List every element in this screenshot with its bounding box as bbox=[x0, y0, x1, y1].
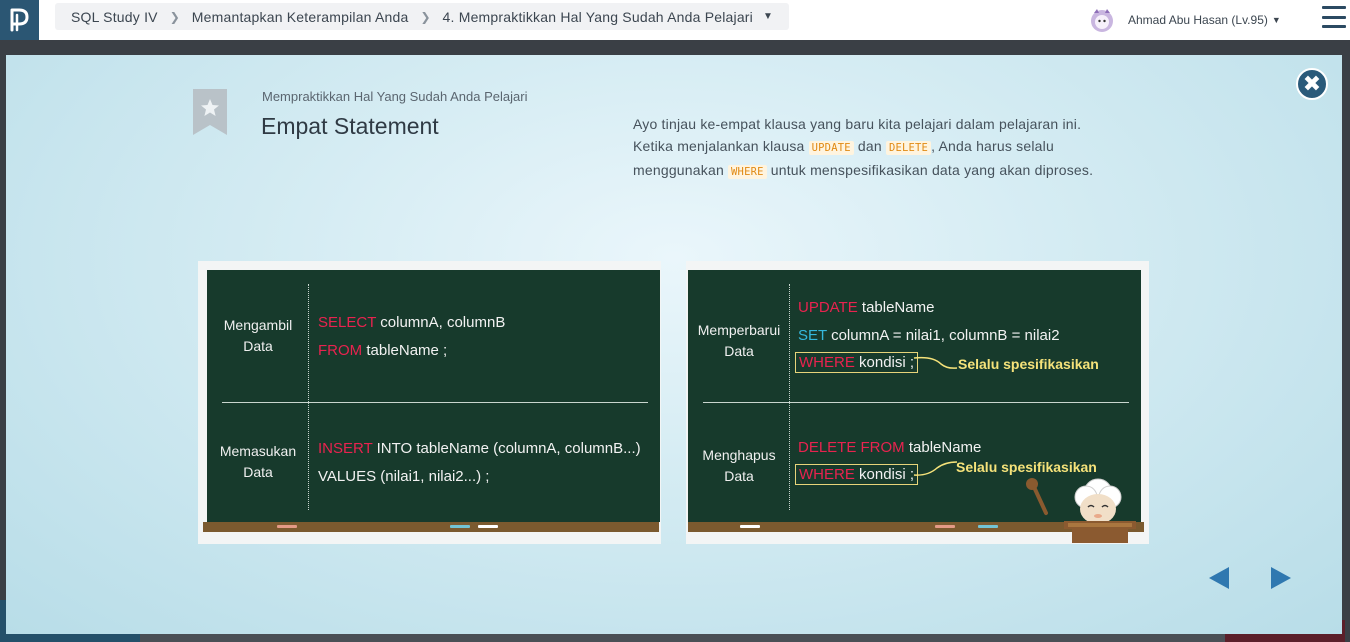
sheep-mascot-icon bbox=[1026, 478, 1136, 543]
chevron-down-icon[interactable]: ▼ bbox=[763, 11, 773, 22]
code-update-line: UPDATE tableName bbox=[798, 299, 934, 316]
code-where-line: WHERE kondisi ; bbox=[795, 464, 919, 485]
hamburger-menu-icon[interactable] bbox=[1322, 6, 1346, 28]
label-delete: Menghapus Data bbox=[688, 445, 790, 487]
divider-horizontal bbox=[703, 402, 1129, 403]
pointer-line bbox=[913, 461, 958, 476]
breadcrumb-course[interactable]: SQL Study IV bbox=[71, 9, 158, 25]
label-text: Menghapus bbox=[702, 447, 776, 463]
code-delete-line: DELETE FROM tableName bbox=[798, 439, 981, 456]
slide-title: Empat Statement bbox=[261, 113, 439, 139]
chalk-piece bbox=[978, 525, 998, 528]
close-icon[interactable]: ✖ bbox=[1296, 68, 1328, 100]
desc-line-3: menggunakan WHERE untuk menspesifikasika… bbox=[633, 159, 1173, 183]
user-name: Ahmad Abu Hasan (Lv.95) bbox=[1128, 13, 1268, 27]
chevron-right-icon: ❯ bbox=[420, 9, 431, 24]
chevron-right-icon: ❯ bbox=[169, 9, 180, 24]
label-text: Data bbox=[243, 464, 273, 480]
label-insert: Memasukan Data bbox=[207, 441, 309, 483]
desc-text: menggunakan bbox=[633, 162, 724, 178]
app-logo[interactable] bbox=[0, 0, 39, 40]
keyword: DELETE FROM bbox=[798, 439, 905, 456]
code-text: columnA, columnB bbox=[380, 314, 506, 331]
keyword: SELECT bbox=[318, 314, 377, 331]
label-update: Memperbarui Data bbox=[688, 320, 790, 362]
label-select: Mengambil Data bbox=[207, 315, 309, 357]
desc-text: dan bbox=[857, 138, 882, 154]
chalkboard-right: Memperbarui Data UPDATE tableName SET co… bbox=[686, 261, 1149, 544]
desc-line-2: Ketika menjalankan klausa UPDATE dan DEL… bbox=[633, 135, 1173, 159]
breadcrumb: SQL Study IV ❯ Memantapkan Keterampilan … bbox=[55, 3, 789, 30]
desc-text: untuk menspesifikasikan data yang akan d… bbox=[770, 162, 1094, 178]
progate-logo-icon bbox=[10, 8, 29, 32]
avatar bbox=[1091, 9, 1113, 32]
keyword: FROM bbox=[318, 342, 363, 359]
code-where-line: WHERE kondisi ; bbox=[795, 352, 919, 373]
chevron-down-icon: ▼ bbox=[1271, 15, 1281, 25]
chalk-piece bbox=[478, 525, 498, 528]
slide-subtitle: Mempraktikkan Hal Yang Sudah Anda Pelaja… bbox=[262, 89, 528, 104]
desc-text: Ketika menjalankan klausa bbox=[633, 138, 805, 154]
keyword-delete: DELETE bbox=[885, 141, 932, 155]
label-text: Data bbox=[724, 343, 754, 359]
desc-text: , Anda harus selalu bbox=[931, 138, 1054, 154]
chalk-piece bbox=[935, 525, 955, 528]
chalk-piece bbox=[277, 525, 297, 528]
arrow-right-icon[interactable] bbox=[1269, 566, 1293, 590]
breadcrumb-lesson[interactable]: 4. Mempraktikkan Hal Yang Sudah Anda Pel… bbox=[443, 9, 753, 25]
keyword: WHERE bbox=[799, 354, 855, 371]
keyword: UPDATE bbox=[798, 299, 858, 316]
code-text: columnA = nilai1, columnB = nilai2 bbox=[831, 327, 1060, 344]
note-always-specify: Selalu spesifikasikan bbox=[958, 356, 1099, 372]
arrow-left-icon[interactable] bbox=[1207, 566, 1231, 590]
keyword-where: WHERE bbox=[728, 165, 767, 179]
keyword: WHERE bbox=[799, 466, 855, 483]
label-text: Memperbarui bbox=[697, 322, 781, 338]
label-text: Data bbox=[243, 338, 273, 354]
code-select-line: SELECT columnA, columnB bbox=[318, 314, 505, 331]
code-set-line: SET columnA = nilai1, columnB = nilai2 bbox=[798, 327, 1060, 344]
chalk-piece bbox=[740, 525, 760, 528]
label-text: Memasukan bbox=[219, 443, 297, 459]
code-text: tableName bbox=[861, 299, 935, 316]
code-from-line: FROM tableName ; bbox=[318, 342, 447, 359]
chalk-ledge bbox=[203, 522, 659, 532]
code-values-line: VALUES (nilai1, nilai2...) ; bbox=[318, 468, 490, 485]
keyword: SET bbox=[798, 327, 827, 344]
keyword-update: UPDATE bbox=[808, 141, 854, 155]
star-bookmark-icon bbox=[193, 89, 227, 135]
chalkboard-surface: Mengambil Data SELECT columnA, columnB F… bbox=[207, 270, 660, 522]
breadcrumb-section[interactable]: Memantapkan Keterampilan Anda bbox=[192, 9, 409, 25]
top-bar: SQL Study IV ❯ Memantapkan Keterampilan … bbox=[0, 0, 1350, 40]
pointer-line bbox=[913, 356, 958, 369]
code-text: kondisi ; bbox=[859, 466, 915, 483]
user-menu[interactable]: Ahmad Abu Hasan (Lv.95) ▼ bbox=[1088, 5, 1281, 35]
chalk-piece bbox=[450, 525, 470, 528]
desc-line-1: Ayo tinjau ke-empat klausa yang baru kit… bbox=[633, 116, 1082, 132]
code-text: INTO tableName (columnA, columnB...) bbox=[376, 440, 641, 457]
code-text: tableName ; bbox=[366, 342, 448, 359]
slide-description: Ayo tinjau ke-empat klausa yang baru kit… bbox=[633, 113, 1173, 183]
label-text: Data bbox=[724, 468, 754, 484]
code-text: tableName bbox=[908, 439, 982, 456]
keyword: INSERT bbox=[318, 440, 373, 457]
code-insert-line: INSERT INTO tableName (columnA, columnB.… bbox=[318, 440, 641, 457]
label-text: Mengambil bbox=[223, 317, 293, 333]
divider-horizontal bbox=[222, 402, 648, 403]
code-text: kondisi ; bbox=[859, 354, 915, 371]
chalkboard-left: Mengambil Data SELECT columnA, columnB F… bbox=[198, 261, 661, 544]
slide-modal: ✖ Mempraktikkan Hal Yang Sudah Anda Pela… bbox=[6, 55, 1342, 634]
